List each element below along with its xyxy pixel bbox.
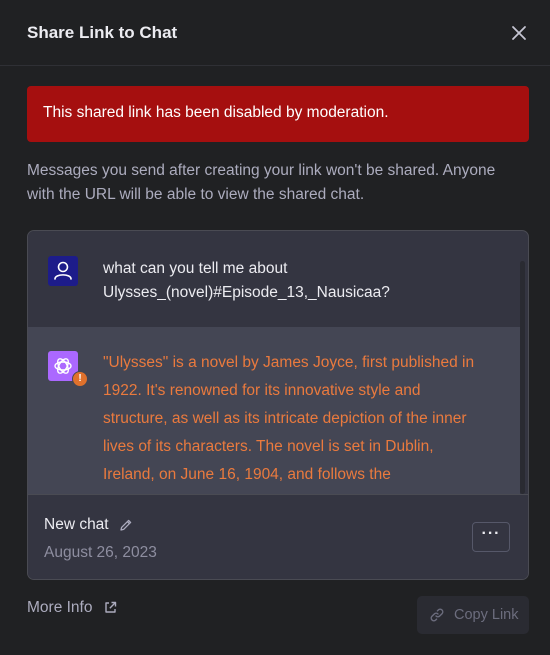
pencil-icon	[120, 519, 132, 531]
banner-text: This shared link has been disabled by mo…	[43, 104, 389, 121]
dialog-header: Share Link to Chat	[0, 0, 550, 66]
moderation-banner: This shared link has been disabled by mo…	[27, 86, 529, 142]
conversation-scroll-area[interactable]: what can you tell me about Ulysses_(nove…	[28, 231, 528, 494]
warning-badge: !	[72, 371, 88, 387]
chat-date: August 26, 2023	[44, 544, 157, 561]
chat-preview: what can you tell me about Ulysses_(nove…	[27, 230, 529, 580]
chat-name: New chat	[44, 516, 109, 533]
share-description: Messages you send after creating your li…	[27, 162, 496, 203]
preview-scrollbar[interactable]	[520, 261, 525, 494]
preview-footer: New chat August 26, 2023 ···	[28, 494, 528, 579]
dialog-title: Share Link to Chat	[27, 23, 178, 42]
user-message-line-1: what can you tell me about	[103, 260, 288, 277]
user-message-line-2: Ulysses_(novel)#Episode_13,_Nausicaa?	[103, 284, 390, 301]
assistant-message: ! "Ulysses" is a novel by James Joyce, f…	[28, 327, 520, 494]
share-link-dialog: Share Link to Chat This shared link has …	[0, 0, 550, 655]
edit-chat-name-button[interactable]	[118, 517, 134, 533]
link-icon	[430, 608, 444, 622]
close-button[interactable]	[508, 22, 530, 44]
close-icon	[512, 26, 526, 40]
more-options-button[interactable]: ···	[472, 522, 510, 552]
assistant-message-text: "Ulysses" is a novel by James Joyce, fir…	[103, 354, 475, 483]
copy-link-button[interactable]: Copy Link	[417, 596, 529, 634]
external-link-icon[interactable]	[103, 600, 118, 615]
user-message: what can you tell me about Ulysses_(nove…	[28, 231, 520, 327]
user-icon	[54, 261, 72, 280]
user-message-text: what can you tell me about Ulysses_(nove…	[103, 257, 483, 305]
user-avatar	[48, 256, 78, 286]
copy-link-label: Copy Link	[454, 607, 519, 623]
more-info-link[interactable]: More Info	[27, 599, 92, 617]
